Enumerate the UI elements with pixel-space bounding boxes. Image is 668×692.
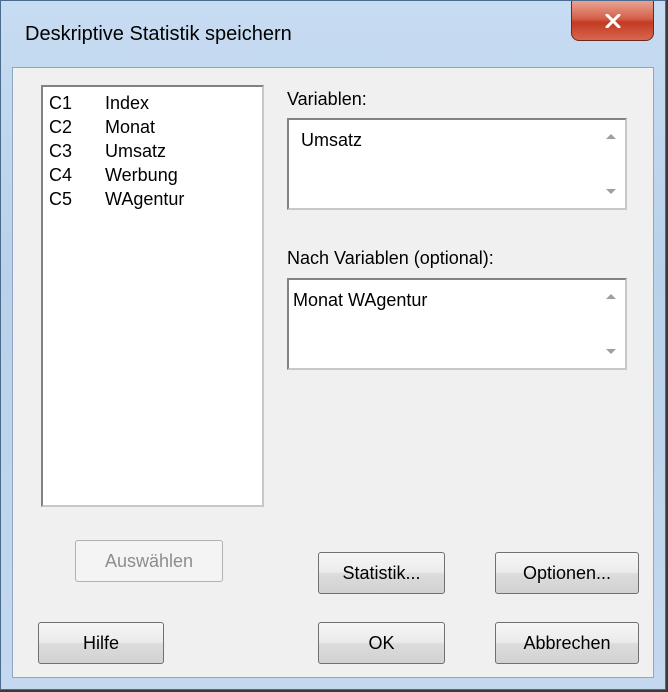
close-button[interactable] xyxy=(571,1,654,41)
column-name: Umsatz xyxy=(105,141,167,161)
column-id: C3 xyxy=(49,141,73,161)
dialog-window: Deskriptive Statistik speichern C1 Index … xyxy=(0,0,666,690)
cancel-button[interactable]: Abbrechen xyxy=(495,622,639,664)
column-id: C2 xyxy=(49,117,73,137)
variables-field[interactable]: Umsatz xyxy=(287,118,627,210)
by-variables-field[interactable]: Monat WAgentur xyxy=(287,278,627,370)
dialog-client-area: C1 Index C2 Monat C3 Umsatz C4 Werbung C5 WAg… xyxy=(12,67,654,678)
column-name: WAgentur xyxy=(105,189,185,209)
list-item[interactable]: C1 Index xyxy=(49,91,262,115)
statistics-button[interactable]: Statistik... xyxy=(318,552,445,594)
column-name: Monat xyxy=(105,117,156,137)
close-icon xyxy=(605,13,621,28)
list-item[interactable]: C3 Umsatz xyxy=(49,139,262,163)
select-button[interactable]: Auswählen xyxy=(75,540,223,582)
options-button[interactable]: Optionen... xyxy=(495,552,639,594)
scroll-up-arrow-icon[interactable] xyxy=(606,294,616,299)
by-variables-value: Monat WAgentur xyxy=(293,290,428,310)
scroll-down-arrow-icon[interactable] xyxy=(606,349,616,354)
variables-scrollbar[interactable] xyxy=(599,122,623,206)
variables-label: Variablen: xyxy=(287,89,367,109)
window-title: Deskriptive Statistik speichern xyxy=(25,23,292,45)
variables-listbox[interactable]: C1 Index C2 Monat C3 Umsatz C4 Werbung C5 WAg… xyxy=(41,85,264,507)
variables-value: Umsatz xyxy=(301,130,363,150)
column-name: Werbung xyxy=(105,165,178,185)
title-bar[interactable]: Deskriptive Statistik speichern xyxy=(1,1,665,67)
scroll-up-arrow-icon[interactable] xyxy=(606,134,616,139)
scroll-down-arrow-icon[interactable] xyxy=(606,189,616,194)
help-button[interactable]: Hilfe xyxy=(38,622,164,664)
column-id: C5 xyxy=(49,189,73,209)
list-item[interactable]: C5 WAgentur xyxy=(49,187,262,211)
list-item[interactable]: C4 Werbung xyxy=(49,163,262,187)
column-name: Index xyxy=(105,93,150,113)
by-variables-scrollbar[interactable] xyxy=(599,282,623,366)
list-item[interactable]: C2 Monat xyxy=(49,115,262,139)
ok-button[interactable]: OK xyxy=(318,622,445,664)
by-variables-label: Nach Variablen (optional): xyxy=(287,248,494,268)
column-id: C1 xyxy=(49,93,73,113)
column-id: C4 xyxy=(49,165,73,185)
